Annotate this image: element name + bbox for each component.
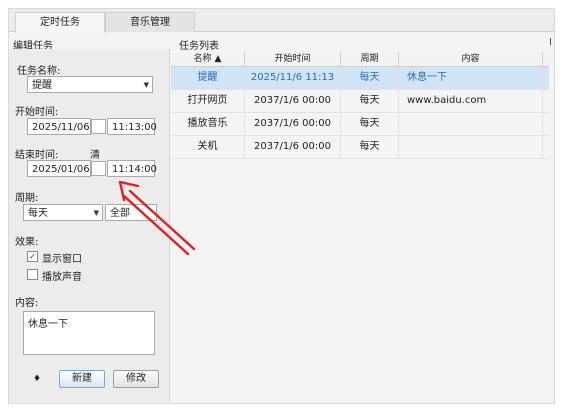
- annotation-arrow: [118, 180, 196, 256]
